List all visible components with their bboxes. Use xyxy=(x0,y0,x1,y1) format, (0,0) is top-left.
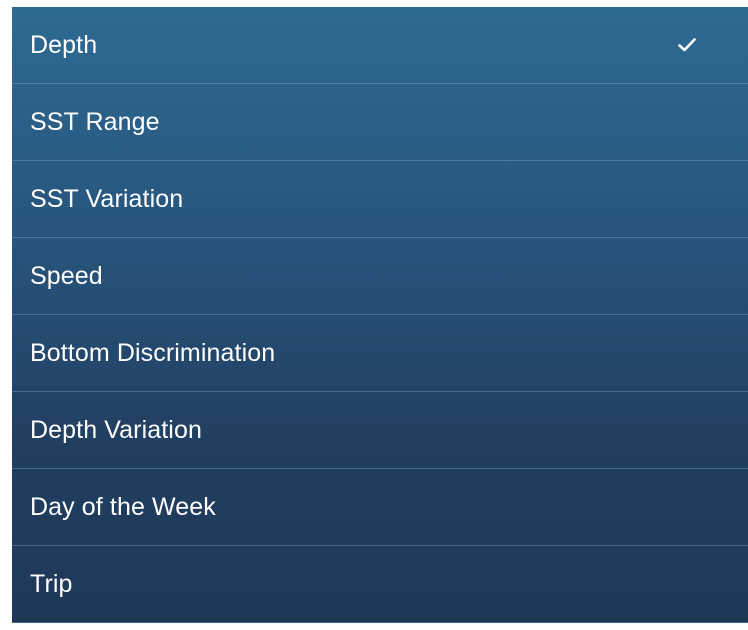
menu-item-day-of-the-week[interactable]: Day of the Week xyxy=(12,469,748,546)
menu-item-label: Day of the Week xyxy=(30,492,216,521)
selection-menu: Depth SST Range SST Variation Speed Bott… xyxy=(12,7,748,623)
menu-item-label: Depth Variation xyxy=(30,415,202,444)
menu-item-depth[interactable]: Depth xyxy=(12,7,748,84)
menu-item-label: SST Variation xyxy=(30,184,184,213)
menu-item-bottom-discrimination[interactable]: Bottom Discrimination xyxy=(12,315,748,392)
menu-item-trip[interactable]: Trip xyxy=(12,546,748,623)
menu-item-depth-variation[interactable]: Depth Variation xyxy=(12,392,748,469)
check-icon xyxy=(678,38,696,52)
menu-list: Depth SST Range SST Variation Speed Bott… xyxy=(12,7,748,623)
menu-item-sst-range[interactable]: SST Range xyxy=(12,84,748,161)
menu-item-label: Bottom Discrimination xyxy=(30,338,276,367)
menu-item-label: Trip xyxy=(30,569,73,598)
menu-item-speed[interactable]: Speed xyxy=(12,238,748,315)
menu-item-sst-variation[interactable]: SST Variation xyxy=(12,161,748,238)
menu-item-label: Depth xyxy=(30,30,98,59)
menu-item-label: Speed xyxy=(30,261,103,290)
menu-item-label: SST Range xyxy=(30,107,160,136)
